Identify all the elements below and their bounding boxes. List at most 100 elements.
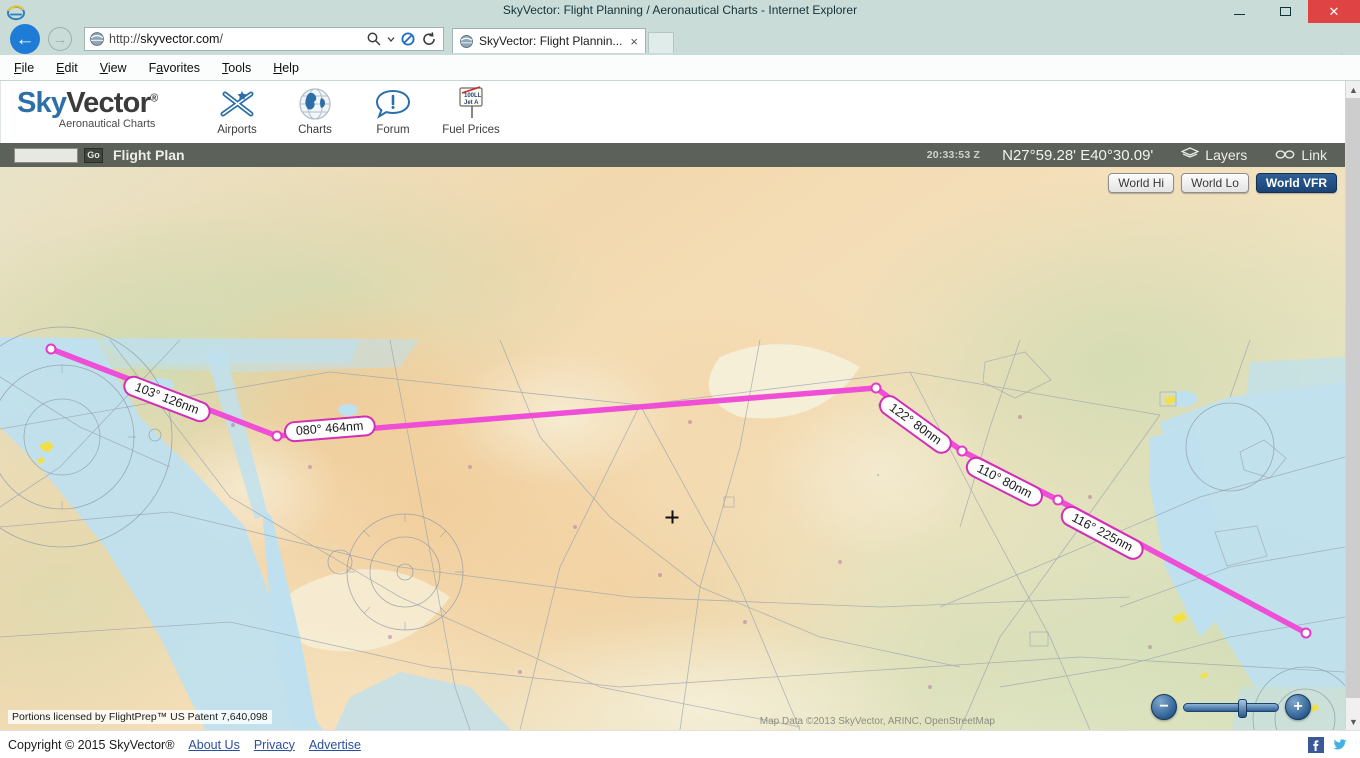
site-favicon-icon (89, 31, 105, 47)
logo-vector-text: Vector (66, 87, 151, 119)
page-vertical-scrollbar[interactable]: ▲ ▼ (1345, 81, 1360, 730)
tab-title: SkyVector: Flight Plannin... (479, 34, 623, 48)
menu-view[interactable]: View (100, 61, 127, 75)
address-path: / (219, 32, 223, 46)
tab-favicon-icon (459, 34, 474, 49)
stop-icon[interactable] (400, 31, 416, 47)
logo-tagline: Aeronautical Charts (58, 118, 156, 130)
tab-skyvector[interactable]: SkyVector: Flight Plannin... × (452, 28, 646, 53)
back-button[interactable]: ← (10, 24, 40, 54)
maximize-button[interactable] (1262, 0, 1308, 23)
waypoint-marker[interactable] (271, 430, 283, 442)
menu-help[interactable]: Help (273, 61, 299, 75)
map-attribution: Map Data ©2013 SkyVector, ARINC, OpenStr… (759, 716, 995, 727)
address-bar[interactable]: http://skyvector.com/ (84, 27, 444, 51)
scroll-up-icon[interactable]: ▲ (1346, 81, 1360, 98)
layer-button-world-vfr[interactable]: World VFR (1255, 173, 1337, 193)
address-bar-icons (366, 31, 443, 47)
map-cursor-crosshair (665, 510, 679, 524)
waypoint-marker[interactable] (1300, 627, 1312, 639)
globe-icon (284, 85, 346, 123)
menu-tools[interactable]: Tools (222, 61, 251, 75)
link-label: Link (1301, 147, 1327, 163)
layer-button-world-hi[interactable]: World Hi (1108, 173, 1175, 193)
scrollbar-thumb[interactable] (1346, 98, 1360, 698)
copyright-text: Copyright © 2015 SkyVector® (8, 737, 175, 752)
footer-link-advertise[interactable]: Advertise (309, 738, 361, 752)
nav-item-charts[interactable]: Charts (284, 85, 346, 136)
flight-plan-label: Flight Plan (113, 147, 185, 163)
address-protocol: http:// (109, 32, 141, 46)
layers-button[interactable]: Layers (1180, 147, 1248, 163)
go-button[interactable]: Go (84, 147, 103, 163)
site-footer: Copyright © 2015 SkyVector® About Us Pri… (0, 730, 1360, 758)
fuel-sign-icon: 100LL Jet A (440, 85, 502, 123)
menu-edit[interactable]: Edit (56, 61, 78, 75)
nav-label-fuel-prices: Fuel Prices (442, 124, 500, 136)
map-tiles (0, 167, 1345, 730)
page-content: SkyVector® Aeronautical Charts Airports (0, 81, 1345, 730)
address-text: http://skyvector.com/ (109, 32, 366, 46)
tab-strip: SkyVector: Flight Plannin... × (452, 27, 674, 53)
layer-button-world-lo[interactable]: World Lo (1181, 173, 1249, 193)
waypoint-marker[interactable] (956, 445, 968, 457)
window-titlebar: SkyVector: Flight Planning / Aeronautica… (0, 0, 1360, 23)
facebook-icon[interactable] (1308, 736, 1324, 753)
footer-link-privacy[interactable]: Privacy (254, 738, 295, 752)
zoom-in-button[interactable]: + (1285, 694, 1311, 720)
nav-label-charts: Charts (298, 124, 332, 136)
logo-registered-mark: ® (150, 92, 158, 105)
skyvector-logo[interactable]: SkyVector® Aeronautical Charts (17, 87, 158, 130)
map-zoom-control: − + (1151, 694, 1311, 720)
twitter-icon[interactable] (1332, 737, 1348, 753)
waypoint-marker[interactable] (45, 343, 57, 355)
flight-plan-search-input[interactable] (14, 147, 78, 163)
address-host: skyvector.com (140, 32, 220, 46)
window-controls: ✕ (1216, 0, 1360, 23)
window-title: SkyVector: Flight Planning / Aeronautica… (502, 3, 858, 17)
new-tab-button[interactable] (648, 32, 674, 53)
forward-button[interactable]: → (48, 27, 72, 51)
zoom-out-button[interactable]: − (1151, 694, 1177, 720)
close-button[interactable]: ✕ (1308, 0, 1360, 23)
layers-icon (1180, 147, 1200, 163)
site-nav: Airports Charts Forum 100LL Jet A Fuel P… (206, 85, 502, 136)
waypoint-marker[interactable] (1052, 494, 1064, 506)
aeronautical-map[interactable]: 103° 126nm 080° 464nm 122° 80nm 110° 80n… (0, 167, 1345, 730)
nav-item-forum[interactable]: Forum (362, 85, 424, 136)
waypoint-marker[interactable] (870, 382, 882, 394)
search-icon[interactable] (366, 31, 382, 47)
menu-file[interactable]: File (14, 61, 34, 75)
browser-navigation-bar: ← → http://skyvector.com/ SkyVector: Fli… (0, 23, 1360, 72)
nav-label-airports: Airports (217, 124, 257, 136)
nav-label-forum: Forum (376, 124, 410, 136)
speech-bubble-icon (362, 85, 424, 123)
nav-item-airports[interactable]: Airports (206, 85, 268, 136)
scroll-down-icon[interactable]: ▼ (1346, 713, 1360, 730)
footer-link-about-us[interactable]: About Us (188, 738, 239, 752)
layers-label: Layers (1205, 147, 1248, 163)
browser-window: SkyVector: Flight Planning / Aeronautica… (0, 0, 1360, 758)
page-viewport: SkyVector® Aeronautical Charts Airports (0, 81, 1360, 730)
menu-favorites[interactable]: Favorites (149, 61, 200, 75)
nav-item-fuel-prices[interactable]: 100LL Jet A Fuel Prices (440, 85, 502, 136)
minimize-button[interactable] (1216, 0, 1262, 23)
svg-text:100LL: 100LL (464, 93, 482, 99)
link-chain-icon (1275, 147, 1295, 163)
zoom-slider-thumb[interactable] (1238, 698, 1247, 718)
utc-clock: 20:33:53 Z (926, 149, 981, 161)
refresh-icon[interactable] (421, 31, 437, 47)
site-header: SkyVector® Aeronautical Charts Airports (0, 81, 1345, 143)
cursor-coordinates: N27°59.28' E40°30.09' (1002, 146, 1154, 164)
link-button[interactable]: Link (1275, 147, 1327, 163)
svg-text:Jet A: Jet A (464, 100, 479, 106)
map-toolbar: Go Flight Plan 20:33:53 Z N27°59.28' E40… (0, 143, 1345, 167)
logo-sky-text: Sky (17, 87, 67, 119)
social-links (1308, 736, 1360, 753)
tab-close-icon[interactable]: × (627, 34, 641, 49)
flightprep-notice: Portions licensed by FlightPrep™ US Pate… (8, 710, 272, 724)
chevron-down-icon[interactable] (387, 31, 395, 47)
map-layer-buttons: World Hi World Lo World VFR (1108, 173, 1337, 193)
airplane-icon (206, 85, 268, 123)
zoom-slider-track[interactable] (1183, 698, 1279, 718)
